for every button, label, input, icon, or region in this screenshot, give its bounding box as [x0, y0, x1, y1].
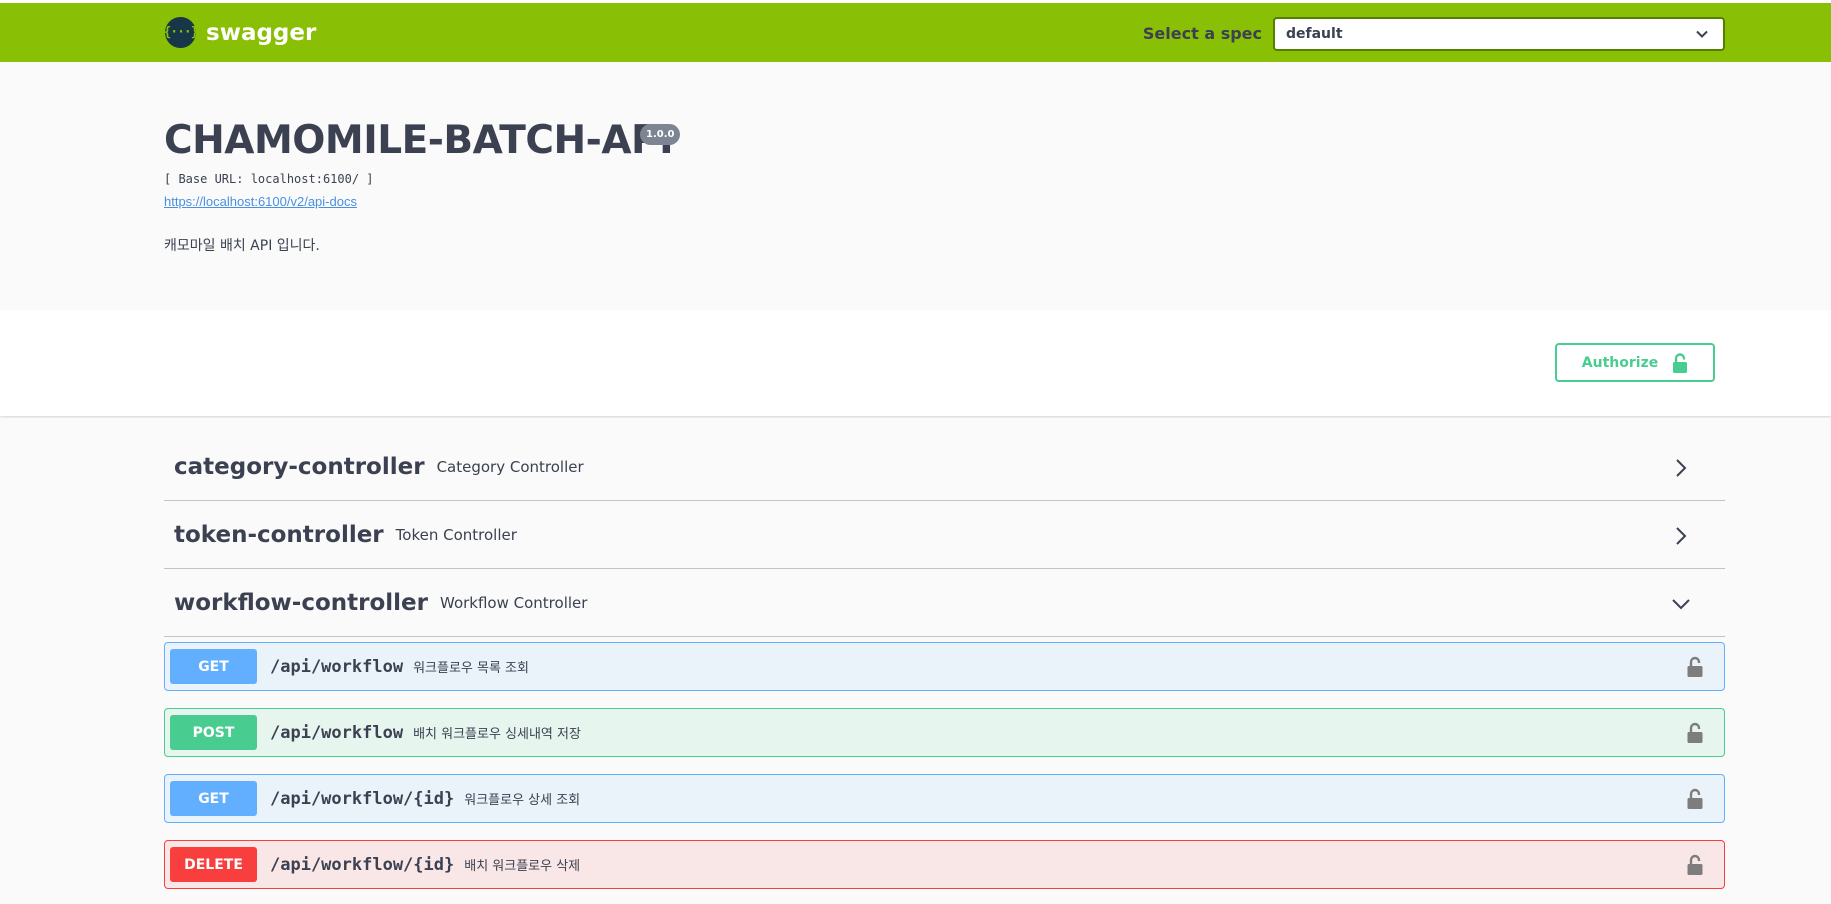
version-badge: 1.0.0	[640, 124, 681, 145]
info-section: CHAMOMILE-BATCH-API 1.0.0 [ Base URL: lo…	[0, 62, 1831, 310]
unlock-icon[interactable]	[1686, 788, 1704, 810]
chevron-right-icon	[1676, 527, 1687, 545]
spec-label: Select a spec	[1142, 24, 1262, 43]
tag-token-controller[interactable]: token-controller Token Controller	[164, 501, 1725, 569]
authorize-button[interactable]: Authorize	[1555, 343, 1715, 382]
tag-name: token-controller	[174, 521, 384, 548]
operation-path: /api/workflow/{id}	[270, 788, 455, 809]
operation-path: /api/workflow	[270, 656, 404, 677]
operation-delete-workflow[interactable]: DELETE /api/workflow/{id} 배치 워크플로우 삭제	[164, 840, 1725, 889]
operation-get-workflow-list[interactable]: GET /api/workflow 워크플로우 목록 조회	[164, 642, 1725, 691]
scheme-container: Authorize	[0, 310, 1831, 416]
operation-post-workflow[interactable]: POST /api/workflow 배치 워크플로우 싱세내역 저장	[164, 708, 1725, 757]
operation-path: /api/workflow/{id}	[270, 854, 455, 875]
spec-selected-value: default	[1286, 26, 1343, 42]
swagger-logo[interactable]: {···} swagger	[163, 17, 317, 48]
tag-name: workflow-controller	[174, 589, 428, 616]
tag-description: Token Controller	[395, 525, 517, 544]
method-badge: DELETE	[170, 847, 257, 882]
method-badge: GET	[170, 649, 257, 684]
unlock-icon[interactable]	[1686, 854, 1704, 876]
brand-name: swagger	[206, 19, 317, 46]
operation-path: /api/workflow	[270, 722, 404, 743]
tag-name: category-controller	[174, 453, 425, 480]
tag-category-controller[interactable]: category-controller Category Controller	[164, 433, 1725, 501]
unlock-icon	[1673, 352, 1688, 373]
chevron-down-icon	[1696, 30, 1708, 38]
tag-workflow-controller[interactable]: workflow-controller Workflow Controller	[164, 569, 1725, 637]
api-title: CHAMOMILE-BATCH-API	[164, 118, 674, 163]
swagger-logo-icon: {···}	[163, 17, 199, 48]
unlock-icon[interactable]	[1686, 722, 1704, 744]
chevron-right-icon	[1676, 459, 1687, 477]
spec-select[interactable]: default	[1273, 17, 1725, 51]
tag-description: Category Controller	[436, 457, 584, 476]
operation-summary: 워크플로우 상세 조회	[464, 793, 581, 808]
base-url: [ Base URL: localhost:6100/ ]	[164, 172, 374, 186]
topbar: {···} swagger Select a spec default	[0, 0, 1831, 62]
api-docs-link[interactable]: https://localhost:6100/v2/api-docs	[164, 194, 357, 209]
operation-summary: 배치 워크플로우 삭제	[464, 859, 581, 874]
method-badge: GET	[170, 781, 257, 816]
api-description: 캐모마일 배치 API 입니다.	[164, 238, 320, 254]
chevron-down-icon	[1672, 599, 1690, 610]
tag-description: Workflow Controller	[440, 593, 588, 612]
operation-get-workflow-detail[interactable]: GET /api/workflow/{id} 워크플로우 상세 조회	[164, 774, 1725, 823]
operation-summary: 배치 워크플로우 싱세내역 저장	[413, 727, 581, 742]
method-badge: POST	[170, 715, 257, 750]
authorize-label: Authorize	[1581, 354, 1659, 371]
unlock-icon[interactable]	[1686, 656, 1704, 678]
operation-summary: 워크플로우 목록 조회	[413, 661, 529, 676]
